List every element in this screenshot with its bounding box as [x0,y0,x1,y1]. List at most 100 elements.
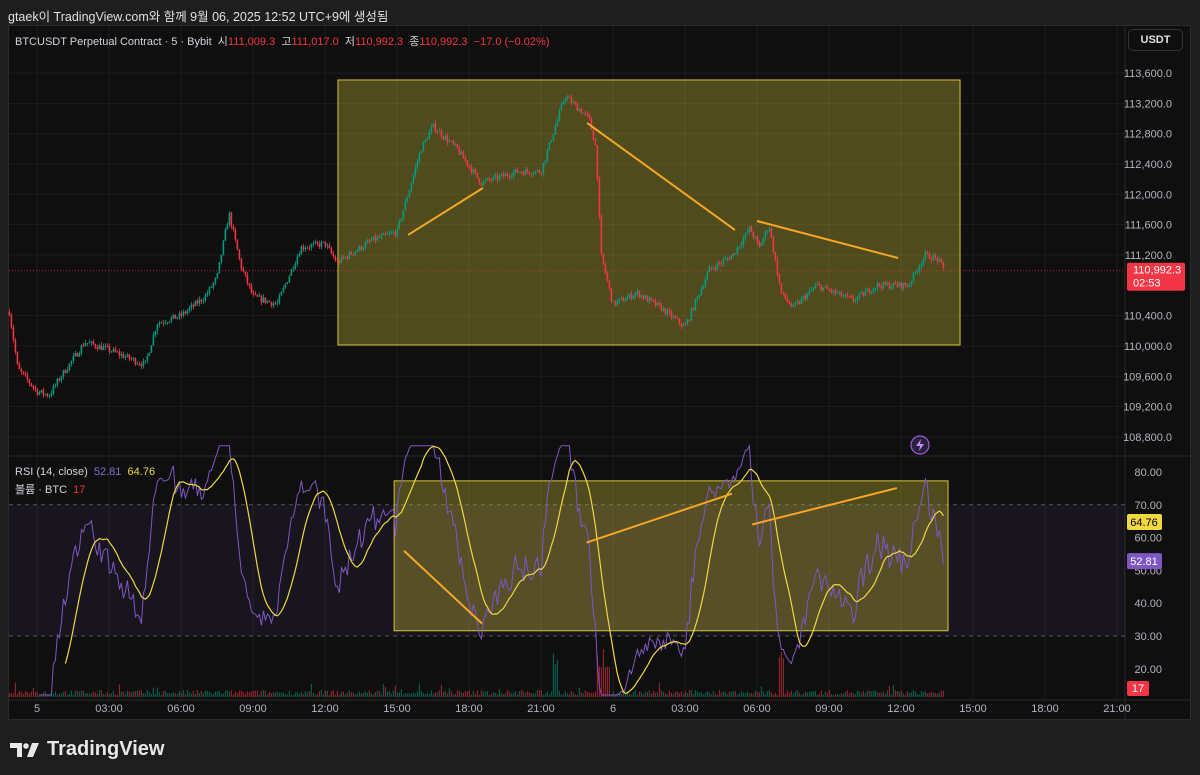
open-value: 111,009.3 [227,36,276,48]
candle-body [394,232,397,236]
volume-bar [704,692,706,697]
candle-body [140,364,143,367]
volume-bar [516,694,518,697]
candle-body [432,123,435,127]
volume-bar [576,694,578,697]
candle-body [72,356,75,361]
volume-bar [328,694,330,697]
candle-body [476,172,479,179]
volume-bar [162,690,164,697]
volume-bar [308,691,310,697]
candle-body [568,97,571,98]
candle-body [586,113,589,115]
rsi-range-box [393,480,949,632]
candle-body [168,321,171,323]
candle-body [762,237,765,244]
volume-bar [92,691,94,697]
candle-body [628,293,631,298]
volume-bar [850,692,852,697]
volume-bar [672,693,674,697]
candle-body [332,253,335,257]
rsi-label[interactable]: RSI (14, close) [15,466,88,478]
candle-body [884,281,887,285]
candle-body [750,226,753,233]
candle-body [236,239,239,250]
volume-bar [556,660,558,697]
volume-bar [208,691,210,697]
chart-canvas[interactable]: 113,600.0 113,200.0 112,800.0 112,400.0 112,… [0,0,1200,775]
candle-body [96,347,99,350]
candle-body [378,236,381,238]
volume-bar [356,693,358,697]
candle-body [250,285,253,293]
candle-body [522,172,525,175]
candle-body [856,297,859,301]
tradingview-logo[interactable]: TradingView [10,738,164,761]
volume-bar [428,693,430,697]
candle-body [688,319,691,321]
volume-bar [646,692,648,697]
volume-bar [520,690,522,697]
candle-body [58,378,61,381]
candle-body [560,104,563,111]
volume-bar [96,693,98,697]
volume-bar [562,694,564,697]
volume-bar [190,693,192,697]
volume-bar [272,692,274,697]
candle-body [118,351,121,356]
volume-bar [14,682,16,697]
candle-body [184,311,187,314]
tradingview-logo-icon [10,742,39,757]
candle-body [846,294,849,297]
volume-bar [730,692,732,697]
volume-bar [752,693,754,697]
candle-body [460,151,463,155]
candle-body [564,98,567,102]
candle-body [458,148,461,155]
candle-body [158,322,161,325]
volume-bar [918,694,920,697]
candle-body [518,172,521,173]
volume-bar [104,694,106,697]
currency-button[interactable]: USDT [1128,29,1183,51]
volume-bar [64,690,66,697]
volume-bar [360,693,362,697]
volume-bar [332,690,334,697]
candle-body [640,295,643,298]
volume-bar [864,693,866,697]
candle-body [34,387,37,390]
volume-bar [250,691,252,697]
volume-label[interactable]: 볼륨 · BTC [15,484,67,496]
change-value: −17.0 (−0.02%) [473,36,550,48]
candle-body [488,178,491,180]
candle-body [340,256,343,263]
candle-body [712,268,715,270]
candle-body [942,262,945,268]
volume-tag-value: 17 [1132,683,1144,695]
candle-body [112,348,115,352]
symbol-label[interactable]: BTCUSDT Perpetual Contract · 5 · Bybit [15,36,212,48]
candle-body [256,294,259,297]
volume-bar [852,693,854,697]
volume-bar [784,693,786,697]
volume-bar [154,693,156,697]
candle-body [398,220,401,228]
volume-bar [124,694,126,697]
candle-body [784,293,787,299]
candle-body [618,298,621,301]
volume-bar [292,694,294,697]
lightning-icon[interactable] [910,435,930,455]
volume-bar [120,691,122,697]
candle-body [664,308,667,315]
candle-body [794,303,797,305]
candle-body [370,240,373,242]
volume-bar [528,692,530,697]
candle-body [624,299,627,302]
volume-bar [90,693,92,697]
candle-body [836,292,839,294]
candle-body [326,245,329,247]
price-axis-label: 109,600.0 [1123,371,1172,383]
candle-body [916,271,919,273]
candle-body [282,287,285,292]
candle-body [470,166,473,173]
